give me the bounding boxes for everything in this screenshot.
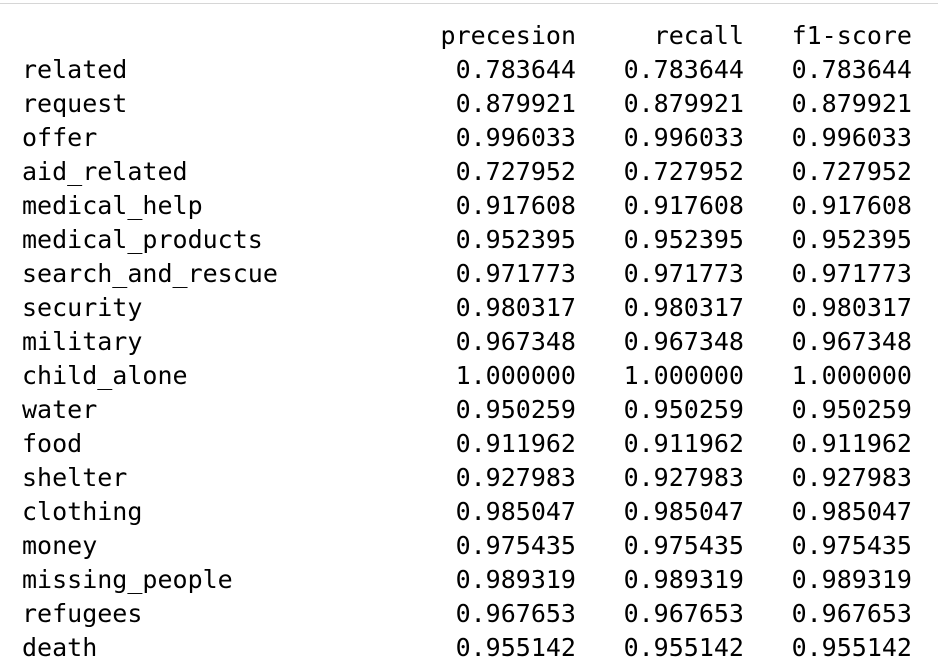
table-row: child_alone 1.000000 1.000000 1.000000	[22, 359, 912, 393]
row-label: related	[22, 55, 128, 84]
f1-score-value: 0.967348	[791, 327, 912, 356]
row-label: clothing	[22, 497, 143, 526]
row-label: missing_people	[22, 565, 233, 594]
precesion-value: 0.879921	[455, 89, 576, 118]
metrics-table: precesion recall f1-score related 0.78364…	[22, 19, 912, 665]
recall-value: 0.975435	[623, 531, 744, 560]
precesion-value: 0.911962	[455, 429, 576, 458]
f1-score-value: 0.971773	[791, 259, 912, 288]
precesion-value: 0.783644	[455, 55, 576, 84]
row-label: child_alone	[22, 361, 188, 390]
row-label: death	[22, 633, 98, 662]
f1-score-value: 0.996033	[791, 123, 912, 152]
column-header-f1-score: f1-score	[791, 21, 912, 50]
recall-value: 0.989319	[623, 565, 744, 594]
f1-score-value: 0.967653	[791, 599, 912, 628]
row-label: medical_help	[22, 191, 203, 220]
precesion-value: 0.967348	[455, 327, 576, 356]
recall-value: 0.879921	[623, 89, 744, 118]
precesion-value: 0.917608	[455, 191, 576, 220]
f1-score-value: 0.950259	[791, 395, 912, 424]
table-row: water 0.950259 0.950259 0.950259	[22, 393, 912, 427]
row-label: money	[22, 531, 98, 560]
precesion-value: 0.996033	[455, 123, 576, 152]
precesion-value: 0.952395	[455, 225, 576, 254]
table-header-row: precesion recall f1-score	[22, 19, 912, 53]
table-row: money 0.975435 0.975435 0.975435	[22, 529, 912, 563]
row-label: security	[22, 293, 143, 322]
f1-score-value: 0.917608	[791, 191, 912, 220]
index-header	[22, 19, 426, 53]
recall-value: 0.783644	[623, 55, 744, 84]
f1-score-value: 0.989319	[791, 565, 912, 594]
precesion-value: 0.950259	[455, 395, 576, 424]
f1-score-value: 0.727952	[791, 157, 912, 186]
f1-score-value: 0.975435	[791, 531, 912, 560]
table-row: refugees 0.967653 0.967653 0.967653	[22, 597, 912, 631]
output-area-top-border	[0, 0, 938, 4]
recall-value: 0.996033	[623, 123, 744, 152]
recall-value: 1.000000	[623, 361, 744, 390]
f1-score-value: 0.879921	[791, 89, 912, 118]
recall-value: 0.967348	[623, 327, 744, 356]
f1-score-value: 0.927983	[791, 463, 912, 492]
precesion-value: 0.927983	[455, 463, 576, 492]
table-row: death 0.955142 0.955142 0.955142	[22, 631, 912, 665]
row-label: refugees	[22, 599, 143, 628]
table-row: military 0.967348 0.967348 0.967348	[22, 325, 912, 359]
f1-score-value: 1.000000	[791, 361, 912, 390]
row-label: military	[22, 327, 143, 356]
f1-score-value: 0.955142	[791, 633, 912, 662]
column-header-recall: recall	[653, 21, 744, 50]
f1-score-value: 0.985047	[791, 497, 912, 526]
precesion-value: 0.967653	[455, 599, 576, 628]
precesion-value: 0.989319	[455, 565, 576, 594]
row-label: water	[22, 395, 98, 424]
recall-value: 0.980317	[623, 293, 744, 322]
precesion-value: 0.971773	[455, 259, 576, 288]
recall-value: 0.985047	[623, 497, 744, 526]
row-label: food	[22, 429, 83, 458]
recall-value: 0.955142	[623, 633, 744, 662]
table-row: request 0.879921 0.879921 0.879921	[22, 87, 912, 121]
table-row: medical_help 0.917608 0.917608 0.917608	[22, 189, 912, 223]
recall-value: 0.967653	[623, 599, 744, 628]
recall-value: 0.911962	[623, 429, 744, 458]
recall-value: 0.727952	[623, 157, 744, 186]
table-row: aid_related 0.727952 0.727952 0.727952	[22, 155, 912, 189]
f1-score-value: 0.980317	[791, 293, 912, 322]
table-row: related 0.783644 0.783644 0.783644	[22, 53, 912, 87]
row-label: search_and_rescue	[22, 259, 278, 288]
row-label: medical_products	[22, 225, 263, 254]
precesion-value: 0.980317	[455, 293, 576, 322]
table-row: shelter 0.927983 0.927983 0.927983	[22, 461, 912, 495]
f1-score-value: 0.911962	[791, 429, 912, 458]
table-body: related 0.783644 0.783644 0.783644 request 0.…	[22, 53, 912, 665]
recall-value: 0.971773	[623, 259, 744, 288]
f1-score-value: 0.952395	[791, 225, 912, 254]
precesion-value: 1.000000	[455, 361, 576, 390]
recall-value: 0.952395	[623, 225, 744, 254]
cell-output: precesion recall f1-score related 0.78364…	[22, 19, 912, 665]
row-label: aid_related	[22, 157, 188, 186]
f1-score-value: 0.783644	[791, 55, 912, 84]
precesion-value: 0.955142	[455, 633, 576, 662]
table-row: clothing 0.985047 0.985047 0.985047	[22, 495, 912, 529]
table-row: food 0.911962 0.911962 0.911962	[22, 427, 912, 461]
precesion-value: 0.985047	[455, 497, 576, 526]
row-label: shelter	[22, 463, 128, 492]
column-header-precesion: precesion	[440, 21, 576, 50]
table-row: missing_people 0.989319 0.989319 0.989319	[22, 563, 912, 597]
precesion-value: 0.975435	[455, 531, 576, 560]
recall-value: 0.917608	[623, 191, 744, 220]
recall-value: 0.927983	[623, 463, 744, 492]
table-row: offer 0.996033 0.996033 0.996033	[22, 121, 912, 155]
table-row: search_and_rescue 0.971773 0.971773 0.97177…	[22, 257, 912, 291]
recall-value: 0.950259	[623, 395, 744, 424]
row-label: request	[22, 89, 128, 118]
table-row: security 0.980317 0.980317 0.980317	[22, 291, 912, 325]
precesion-value: 0.727952	[455, 157, 576, 186]
table-row: medical_products 0.952395 0.952395 0.952395	[22, 223, 912, 257]
row-label: offer	[22, 123, 98, 152]
